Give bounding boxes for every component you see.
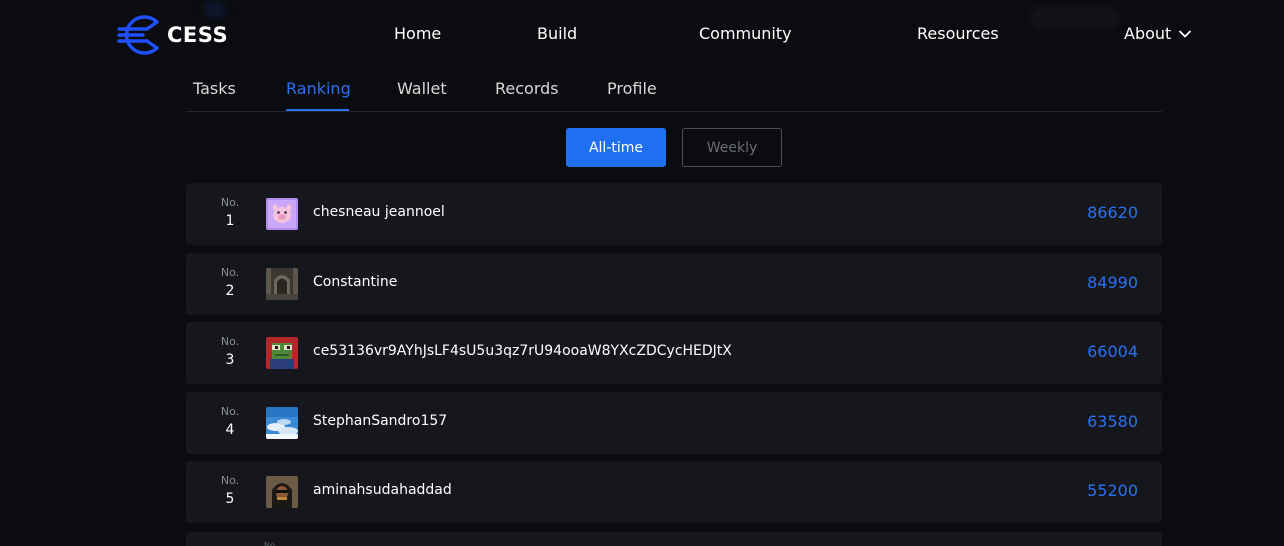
- ranking-row: No. 5 aminahsudahaddad 55200: [186, 461, 1162, 523]
- account-tabs: Tasks Ranking Wallet Records Profile: [186, 70, 1162, 112]
- all-time-button[interactable]: All-time: [566, 128, 666, 167]
- rank-no-label: No.: [220, 196, 240, 209]
- score: 84990: [1087, 273, 1138, 292]
- top-navigation: CESS Home Build Community Resources Abou…: [0, 0, 1284, 70]
- rank-no-label: No.: [220, 335, 240, 348]
- ranking-row: No. 3 ce53136vr9AYhJsLF4sU5u3qz7rU94ooaW…: [186, 322, 1162, 384]
- logo-text: CESS: [167, 23, 229, 47]
- tab-profile[interactable]: Profile: [607, 79, 657, 98]
- rank-number: 1: [225, 213, 235, 229]
- rank-badge: No. 2: [206, 266, 254, 302]
- username: chesneau jeannoel: [313, 204, 445, 220]
- ranking-row: No. 2 Constantine 84990: [186, 253, 1162, 315]
- tab-ranking[interactable]: Ranking: [286, 79, 351, 98]
- ranking-row-partial: No.: [186, 532, 1162, 546]
- username: Constantine: [313, 274, 398, 290]
- cess-logo[interactable]: CESS: [117, 14, 228, 56]
- pink-cartoon-avatar-icon: [266, 198, 298, 230]
- rank-no-label: No.: [220, 266, 240, 279]
- score: 66004: [1087, 342, 1138, 361]
- page: CESS Home Build Community Resources Abou…: [0, 0, 1284, 546]
- gothic-interior-avatar-icon: [266, 268, 298, 300]
- username: StephanSandro157: [313, 413, 448, 429]
- tab-records[interactable]: Records: [495, 79, 559, 98]
- active-tab-indicator: [286, 109, 349, 111]
- rank-number: 5: [225, 491, 235, 507]
- nav-about[interactable]: About: [1124, 24, 1192, 43]
- tab-tasks[interactable]: Tasks: [193, 79, 236, 98]
- ranking-row: No. 4 StephanSandro157 63580: [186, 392, 1162, 454]
- nav-build[interactable]: Build: [537, 24, 577, 43]
- score: 63580: [1087, 412, 1138, 431]
- nav-community[interactable]: Community: [699, 24, 792, 43]
- rank-number: 3: [225, 352, 235, 368]
- tab-wallet[interactable]: Wallet: [397, 79, 447, 98]
- nav-about-label: About: [1124, 24, 1172, 43]
- rank-number: 4: [225, 422, 235, 438]
- rank-no-label: No.: [264, 541, 278, 546]
- chevron-down-icon: [1179, 30, 1192, 37]
- rank-number: 2: [225, 283, 235, 299]
- blurred-background-element: [1030, 6, 1120, 30]
- cess-logo-icon: [117, 15, 159, 55]
- rank-badge: No. 1: [206, 196, 254, 232]
- rank-badge: No. 4: [206, 405, 254, 441]
- hooded-figure-avatar-icon: [266, 476, 298, 508]
- score: 86620: [1087, 203, 1138, 222]
- nav-home[interactable]: Home: [394, 24, 441, 43]
- rank-badge: No. 3: [206, 335, 254, 371]
- score: 55200: [1087, 481, 1138, 500]
- rank-no-label: No.: [220, 405, 240, 418]
- username: aminahsudahaddad: [313, 482, 452, 498]
- nav-resources[interactable]: Resources: [917, 24, 999, 43]
- sky-clouds-avatar-icon: [266, 407, 298, 439]
- pixel-frog-avatar-icon: [266, 337, 298, 369]
- rank-badge: No. 5: [206, 474, 254, 510]
- rank-no-label: No.: [220, 474, 240, 487]
- ranking-row: No. 1 chesneau jeannoel 86620: [186, 183, 1162, 245]
- username: ce53136vr9AYhJsLF4sU5u3qz7rU94ooaW8YXcZD…: [313, 343, 732, 359]
- weekly-button[interactable]: Weekly: [682, 128, 782, 167]
